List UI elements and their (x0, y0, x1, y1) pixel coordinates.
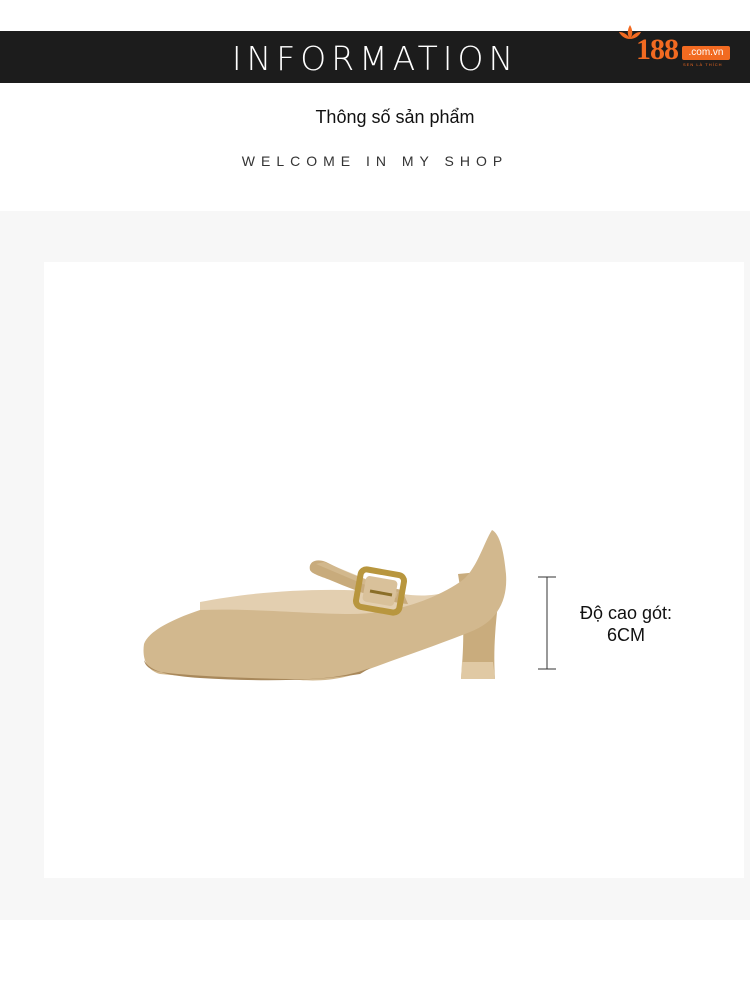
heel-height-ruler (538, 576, 556, 670)
section-subtitle: WELCOME IN MY SHOP (241, 153, 509, 169)
logo-domain: .com.vn (682, 46, 730, 60)
product-panel: Độ cao gót: 6CM (0, 211, 750, 920)
heel-height-title: Độ cao gót: (579, 603, 673, 623)
heel-height-label: Độ cao gót: 6CM (564, 602, 688, 646)
section-title: Thông số sản phẩm (315, 107, 475, 127)
heel-height-value: 6CM (606, 625, 645, 645)
brand-logo[interactable]: 188 .com.vn SEN LÀ THÍCH (617, 22, 735, 70)
logo-number: 188 (636, 33, 679, 66)
logo-tagline: SEN LÀ THÍCH (683, 62, 723, 67)
shoe-image (143, 530, 507, 681)
product-card: Độ cao gót: 6CM (44, 262, 744, 878)
